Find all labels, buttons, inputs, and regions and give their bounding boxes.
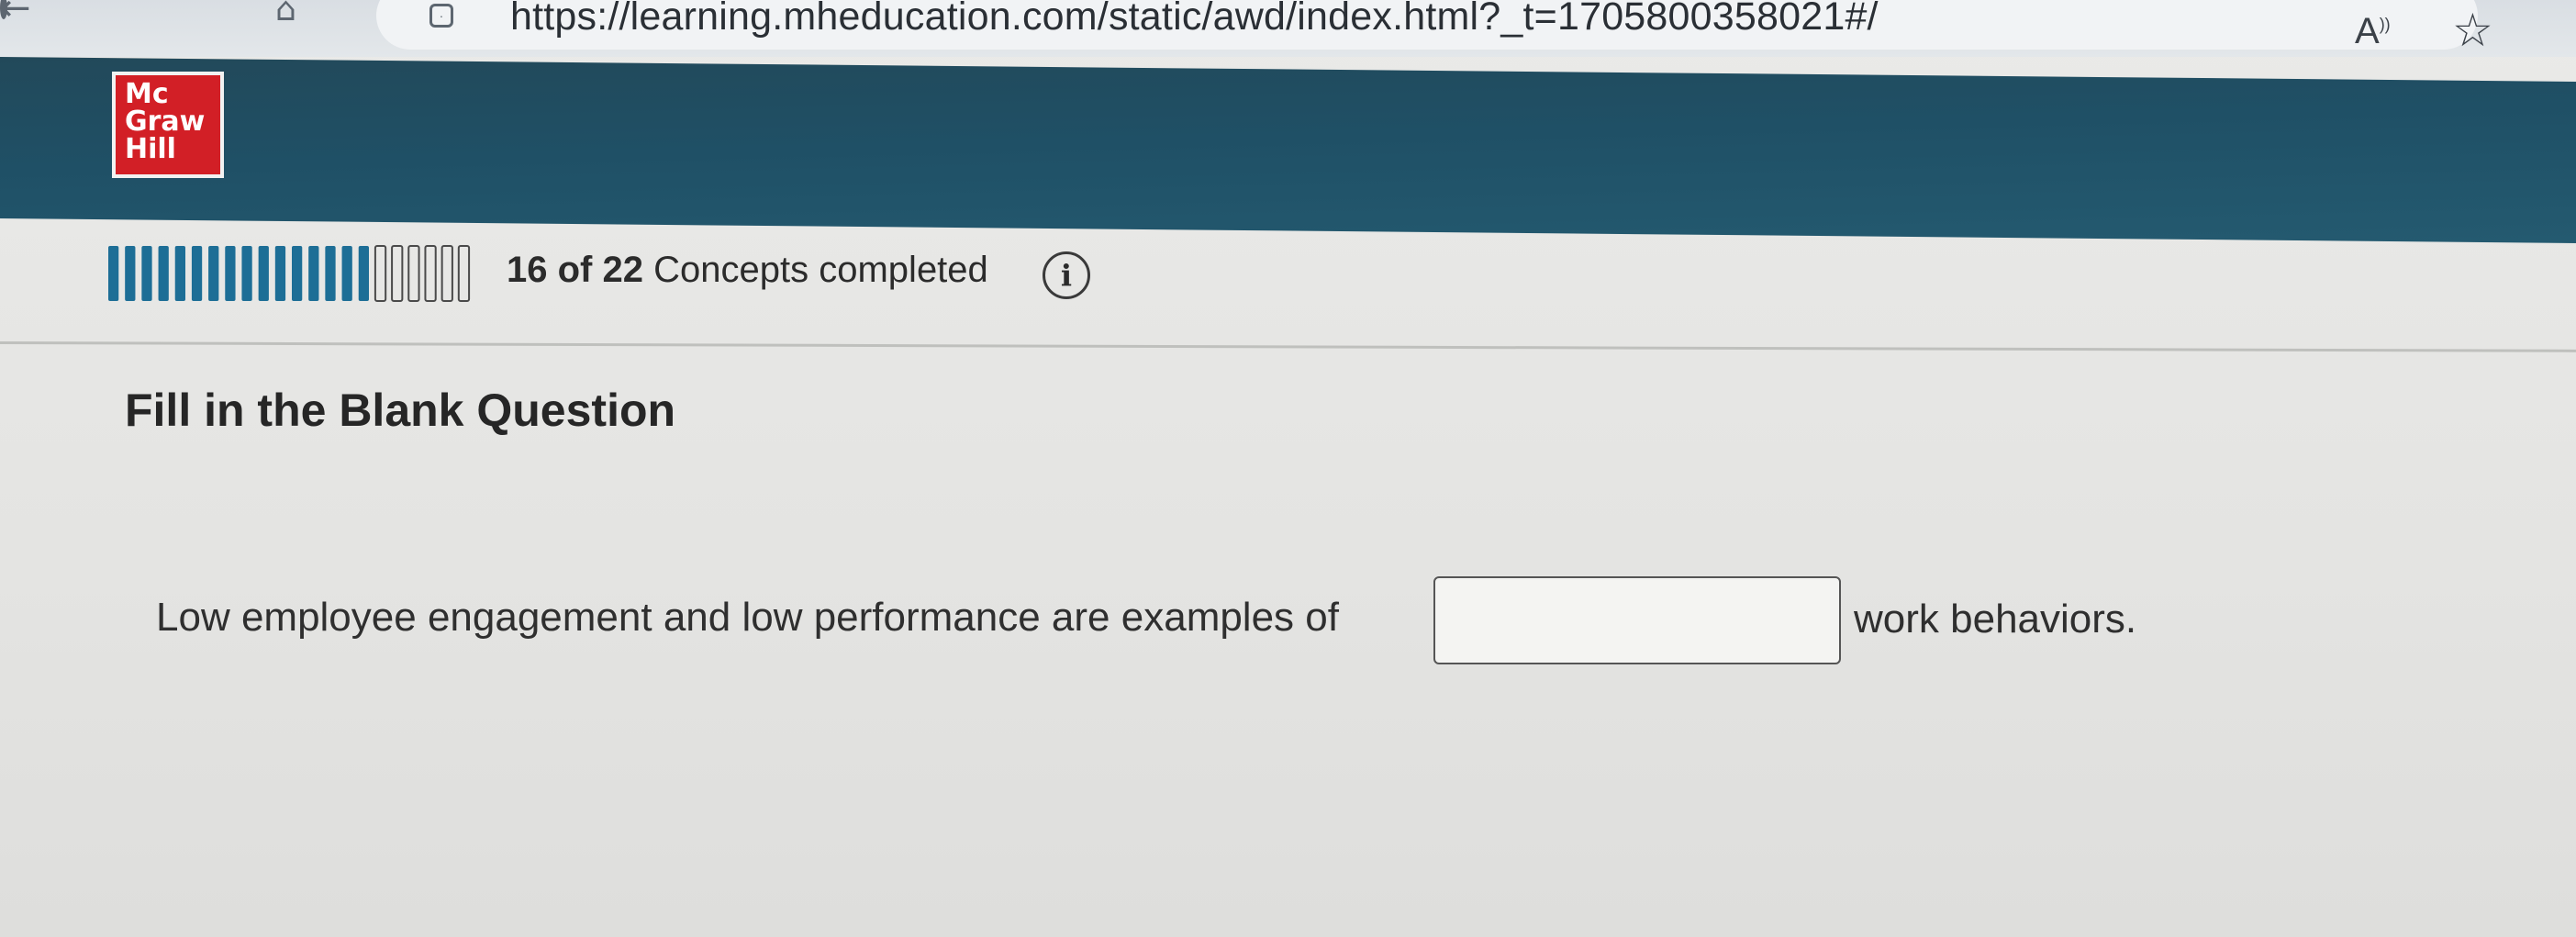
read-aloud-glyph: A <box>2355 11 2380 51</box>
progress-segment-filled <box>141 246 152 301</box>
progress-segment-filled <box>308 246 319 301</box>
progress-segment-empty <box>374 245 387 302</box>
question-sentence: Low employee engagement and low performa… <box>156 576 2267 668</box>
progress-segment-filled <box>108 246 119 301</box>
app-header <box>0 57 2576 243</box>
logo-line-1: Mc <box>125 78 169 110</box>
progress-segment-filled <box>125 246 136 301</box>
progress-segment-filled <box>158 246 169 301</box>
mcgraw-hill-logo[interactable]: Mc Graw Hill <box>112 72 224 178</box>
progress-label: Concepts completed <box>653 250 988 290</box>
progress-segment-filled <box>358 246 369 301</box>
fill-in-blank-input[interactable] <box>1433 576 1841 664</box>
question-heading: Fill in the Blank Question <box>125 385 676 436</box>
progress-segment-filled <box>191 246 203 301</box>
progress-segment-filled <box>341 246 352 301</box>
question-text-before: Low employee engagement and low performa… <box>156 595 1339 640</box>
screen: ← ⌂ · https://learning.mheducation.com/s… <box>0 0 2576 937</box>
url-text[interactable]: https://learning.mheducation.com/static/… <box>510 0 1879 39</box>
progress-segment-filled <box>258 246 269 301</box>
progress-segment-empty <box>407 245 420 302</box>
progress-row: 16 of 22 Concepts completed i <box>0 218 2576 347</box>
progress-segment-filled <box>241 246 252 301</box>
home-icon[interactable]: ⌂ <box>275 0 296 28</box>
logo-line-2: Graw <box>125 106 206 138</box>
browser-toolbar: ← ⌂ · https://learning.mheducation.com/s… <box>0 0 2576 57</box>
read-aloud-icon[interactable]: A)) <box>2355 11 2391 52</box>
site-info-icon[interactable]: · <box>429 4 453 28</box>
progress-segment-filled <box>225 246 236 301</box>
read-aloud-waves: )) <box>2379 15 2391 34</box>
info-icon[interactable]: i <box>1043 251 1090 299</box>
back-arrow-icon[interactable]: ← <box>0 0 31 29</box>
progress-status: 16 of 22 Concepts completed <box>507 250 988 291</box>
question-text-after: work behaviors. <box>1854 597 2137 641</box>
progress-segment-filled <box>325 246 336 301</box>
progress-total: 22 <box>602 250 644 290</box>
progress-segment-empty <box>457 245 471 302</box>
progress-segment-empty <box>424 245 437 302</box>
concepts-progress-bar <box>108 245 471 302</box>
progress-segment-empty <box>391 245 404 302</box>
favorite-star-icon[interactable]: ☆ <box>2452 7 2493 53</box>
progress-segment-filled <box>208 246 219 301</box>
progress-segment-empty <box>440 245 453 302</box>
progress-of: of <box>557 250 593 290</box>
logo-line-3: Hill <box>125 133 176 165</box>
info-glyph: i <box>1060 258 1073 293</box>
progress-segment-filled <box>274 246 286 301</box>
progress-segment-filled <box>174 246 185 301</box>
progress-completed: 16 <box>507 250 548 290</box>
progress-segment-filled <box>292 246 303 301</box>
